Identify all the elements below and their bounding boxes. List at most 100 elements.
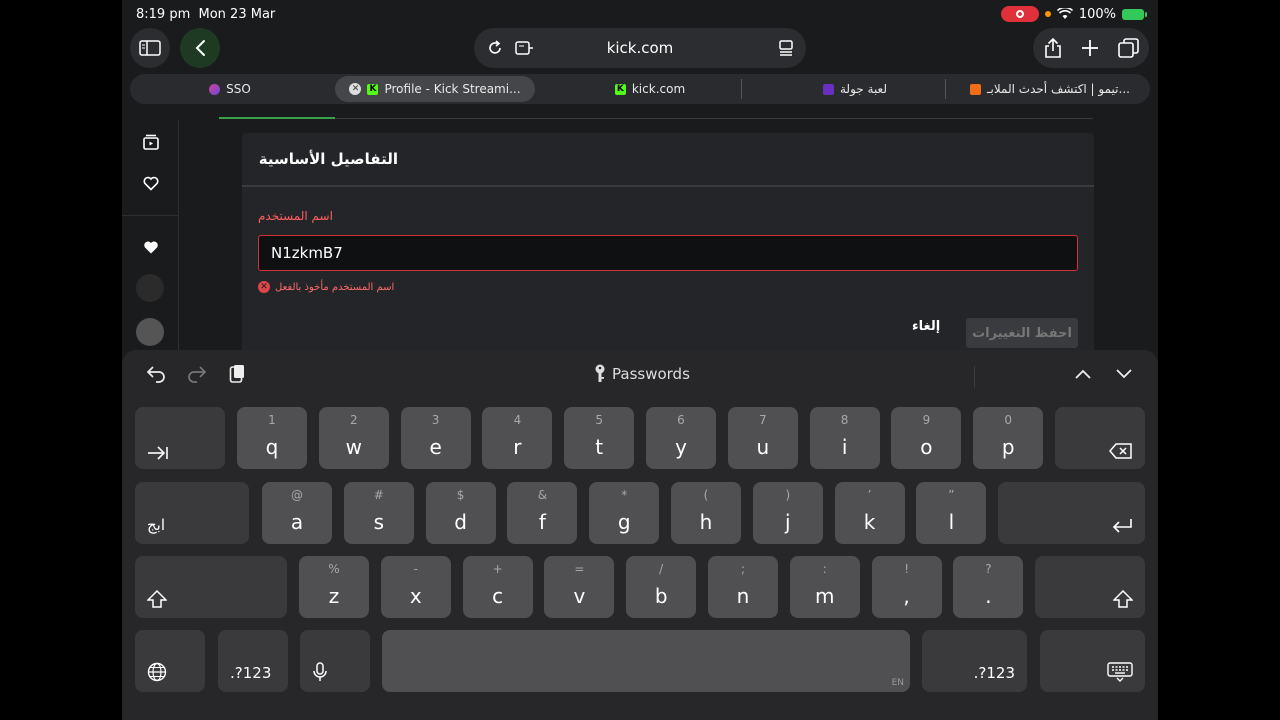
key-t[interactable]: 5t <box>564 407 635 469</box>
tab-key[interactable] <box>135 407 225 469</box>
key-primary-label: , <box>903 584 910 608</box>
key-primary-label: j <box>785 510 791 534</box>
heart-filled-icon[interactable] <box>142 238 160 256</box>
share-icon[interactable] <box>1044 37 1062 59</box>
key-secondary-label: ? <box>985 562 992 576</box>
mic-indicator-icon <box>1044 11 1051 17</box>
key-primary-label: r <box>513 435 522 459</box>
key-u[interactable]: 7u <box>727 407 798 469</box>
clock-time: 8:19 pm <box>136 7 191 22</box>
chevron-down-icon[interactable] <box>1112 362 1136 386</box>
delete-key[interactable] <box>1055 407 1145 469</box>
key-primary-label: n <box>736 584 750 608</box>
onscreen-keyboard: Passwords 1q2w3e4r5t6y7u8i9o0p ابج @ a # s $… <box>122 350 1158 720</box>
space-key[interactable]: EN <box>382 630 910 692</box>
paste-icon[interactable] <box>225 362 249 386</box>
error-text: اسم المستخدم مأخوذ بالفعل <box>275 281 395 293</box>
key-primary-label: z <box>328 584 340 608</box>
tab-sso[interactable]: SSO <box>200 76 260 102</box>
basic-details-card: التفاصيل الأساسية اسم المستخدم ✕ اسم الم… <box>242 133 1094 363</box>
key-i[interactable]: 8i <box>809 407 880 469</box>
key-c[interactable]: + c <box>462 556 533 618</box>
key-.[interactable]: ?. <box>953 556 1024 618</box>
tab-kick[interactable]: K kick.com <box>600 76 700 102</box>
followed-channel-avatar[interactable] <box>136 318 164 346</box>
section-title: التفاصيل الأساسية <box>258 150 398 168</box>
reload-icon[interactable] <box>486 39 504 57</box>
cancel-button[interactable]: إلغاء <box>912 319 940 334</box>
key-primary-label: k <box>863 510 876 534</box>
key-secondary-label: 9 <box>922 413 931 427</box>
sso-favicon-icon <box>209 83 221 95</box>
key-z[interactable]: % z <box>299 556 369 618</box>
close-tab-icon[interactable]: ✕ <box>349 83 362 95</box>
key-primary-label: c <box>492 584 504 608</box>
tabs-overview-icon[interactable] <box>1118 38 1139 59</box>
key-x[interactable]: -x <box>380 556 451 618</box>
key-h[interactable]: (h <box>671 482 741 544</box>
dictation-key[interactable] <box>300 630 370 692</box>
undo-icon[interactable] <box>144 362 168 386</box>
hide-keyboard-key[interactable] <box>1040 630 1145 692</box>
key-b[interactable]: / b <box>626 556 697 618</box>
sidebar-toggle-button[interactable] <box>130 28 170 68</box>
chevron-up-icon[interactable] <box>1071 362 1095 386</box>
key-primary-label: f <box>538 510 546 534</box>
globe-key[interactable] <box>135 630 205 692</box>
key-secondary-label: = <box>574 562 585 576</box>
key-s[interactable]: # s <box>343 482 414 544</box>
key-e[interactable]: 3e <box>400 407 471 469</box>
save-changes-button[interactable]: احفظ التغييرات <box>966 318 1078 348</box>
key-,[interactable]: !, <box>871 556 942 618</box>
tab-temu[interactable]: تيمو | اكتشف أحدث الملابـ... <box>970 76 1130 102</box>
back-button[interactable] <box>180 28 220 68</box>
key-g[interactable]: * g <box>589 482 660 544</box>
key-v[interactable]: = v <box>544 556 615 618</box>
key-secondary-label: ; <box>740 562 746 576</box>
followed-channel-avatar[interactable] <box>136 274 164 302</box>
battery-icon <box>1122 8 1147 20</box>
following-channels-icon[interactable] <box>142 134 160 152</box>
address-bar[interactable]: kick.com <box>474 28 806 68</box>
key-o[interactable]: 9o <box>891 407 962 469</box>
key-a[interactable]: @ a <box>262 482 332 544</box>
jawla-favicon-icon <box>822 83 834 95</box>
shift-right-key[interactable] <box>1035 556 1145 618</box>
page-settings-icon[interactable] <box>514 39 534 57</box>
numbers-key-right[interactable]: .?123 <box>922 630 1027 692</box>
key-k[interactable]: ’ k <box>834 482 905 544</box>
numbers-key-label: .?123 <box>973 664 1015 682</box>
username-input[interactable] <box>258 235 1078 271</box>
heart-outline-icon[interactable] <box>142 174 160 192</box>
key-d[interactable]: $ d <box>425 482 496 544</box>
key-f[interactable]: & f <box>507 482 578 544</box>
key-p[interactable]: 0p <box>973 407 1044 469</box>
key-n[interactable]: ; n <box>708 556 778 618</box>
screen-recording-icon[interactable] <box>1000 6 1039 22</box>
tab-profile-kick[interactable]: ✕ K Profile - Kick Streami... <box>335 76 535 102</box>
key-primary-label: p <box>1001 435 1015 459</box>
return-key[interactable] <box>998 482 1145 544</box>
key-j[interactable]: ) j <box>752 482 823 544</box>
key-l[interactable]: ” l <box>916 482 987 544</box>
key-secondary-label: : <box>822 562 827 576</box>
numbers-key-left[interactable]: .?123 <box>218 630 288 692</box>
key-primary-label: s <box>373 510 384 534</box>
shift-icon <box>1113 590 1133 608</box>
new-tab-icon[interactable] <box>1081 39 1099 57</box>
key-q[interactable]: 1q <box>237 407 307 469</box>
key-y[interactable]: 6y <box>646 407 716 469</box>
reader-icon[interactable] <box>778 39 794 57</box>
key-m[interactable]: :m <box>789 556 860 618</box>
language-switch-key[interactable]: ابج <box>135 482 249 544</box>
numbers-key-label: .?123 <box>230 664 272 682</box>
passwords-button[interactable]: Passwords <box>594 364 690 384</box>
keyboard-shortcut-bar: Passwords <box>122 350 1158 398</box>
key-secondary-label: 0 <box>1004 413 1012 427</box>
redo-icon[interactable] <box>185 362 209 386</box>
tab-label: SSO <box>226 82 251 96</box>
tab-jawla[interactable]: لعبة جولة <box>800 76 910 102</box>
key-w[interactable]: 2w <box>318 407 389 469</box>
shift-left-key[interactable] <box>135 556 287 618</box>
key-r[interactable]: 4r <box>482 407 553 469</box>
